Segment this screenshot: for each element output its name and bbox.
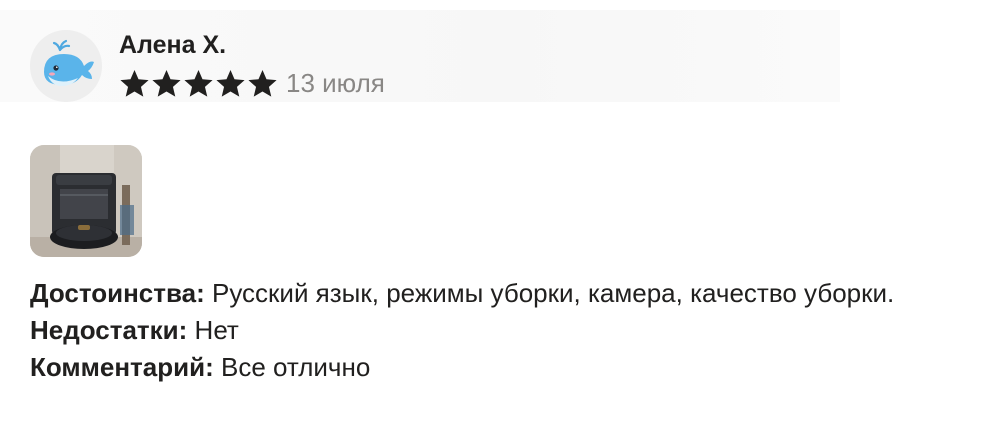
pros-text: Русский язык, режимы уборки, камера, кач… <box>204 278 895 308</box>
review-card: Алена Х. 13 июля Достоинства: Русский яз… <box>0 0 995 446</box>
star-icon <box>248 69 277 97</box>
star-icon <box>184 69 213 97</box>
author-name[interactable]: Алена Х. <box>119 30 226 60</box>
rating-stars <box>119 68 278 99</box>
star-icon <box>152 69 181 97</box>
robot-vacuum-photo <box>30 145 142 257</box>
review-photo-thumbnail[interactable] <box>30 145 142 257</box>
rating-row: 13 июля <box>119 66 385 100</box>
review-date: 13 июля <box>286 68 385 98</box>
pros-label: Достоинства: <box>30 278 205 308</box>
comment-label: Комментарий: <box>30 352 214 382</box>
star-icon <box>120 69 149 97</box>
cons-text: Нет <box>187 315 239 345</box>
comment-line: Комментарий: Все отлично <box>30 349 894 386</box>
cons-line: Недостатки: Нет <box>30 312 894 349</box>
whale-avatar-icon <box>30 30 102 102</box>
review-text: Достоинства: Русский язык, режимы уборки… <box>30 275 894 386</box>
star-icon <box>216 69 245 97</box>
pros-line: Достоинства: Русский язык, режимы уборки… <box>30 275 894 312</box>
cons-label: Недостатки: <box>30 315 188 345</box>
user-avatar[interactable] <box>30 30 102 102</box>
comment-text: Все отлично <box>213 352 371 382</box>
